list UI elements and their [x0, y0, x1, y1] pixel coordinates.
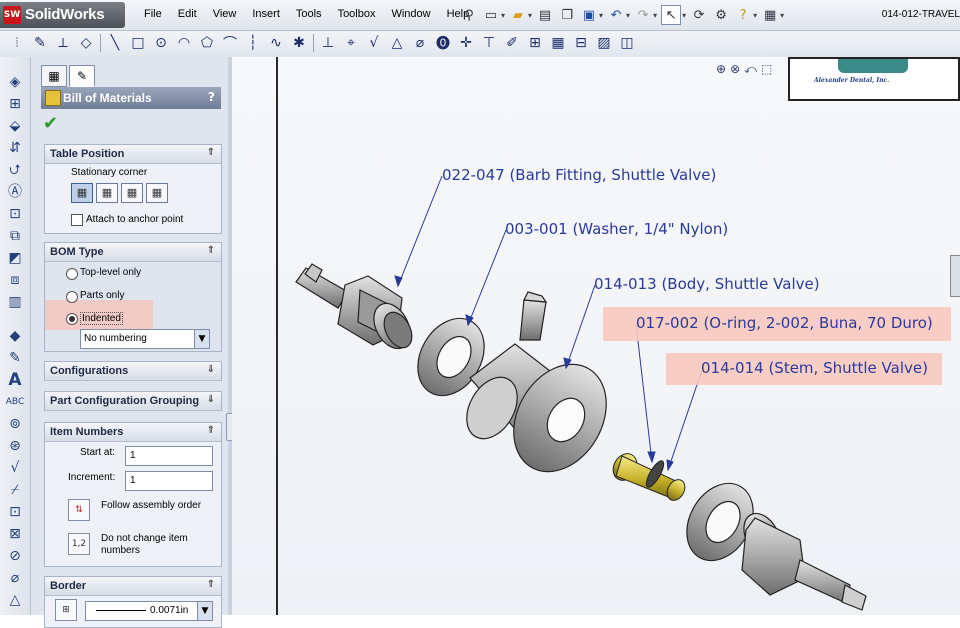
washer-note[interactable]: 003-001 (Washer, 1/4" Nylon)	[505, 220, 728, 238]
oring-note[interactable]: 017-002 (O-ring, 2-002, Buna, 70 Duro)	[636, 314, 933, 332]
stem-part[interactable]	[608, 449, 688, 503]
valve-body-part[interactable]	[456, 291, 624, 488]
stem-note[interactable]: 014-014 (Stem, Shuttle Valve)	[701, 359, 928, 377]
second-barb-fitting-part[interactable]	[737, 507, 867, 611]
barb-fitting-note[interactable]: 022-047 (Barb Fitting, Shuttle Valve)	[442, 166, 716, 184]
body-note[interactable]: 014-013 (Body, Shuttle Valve)	[594, 275, 820, 293]
